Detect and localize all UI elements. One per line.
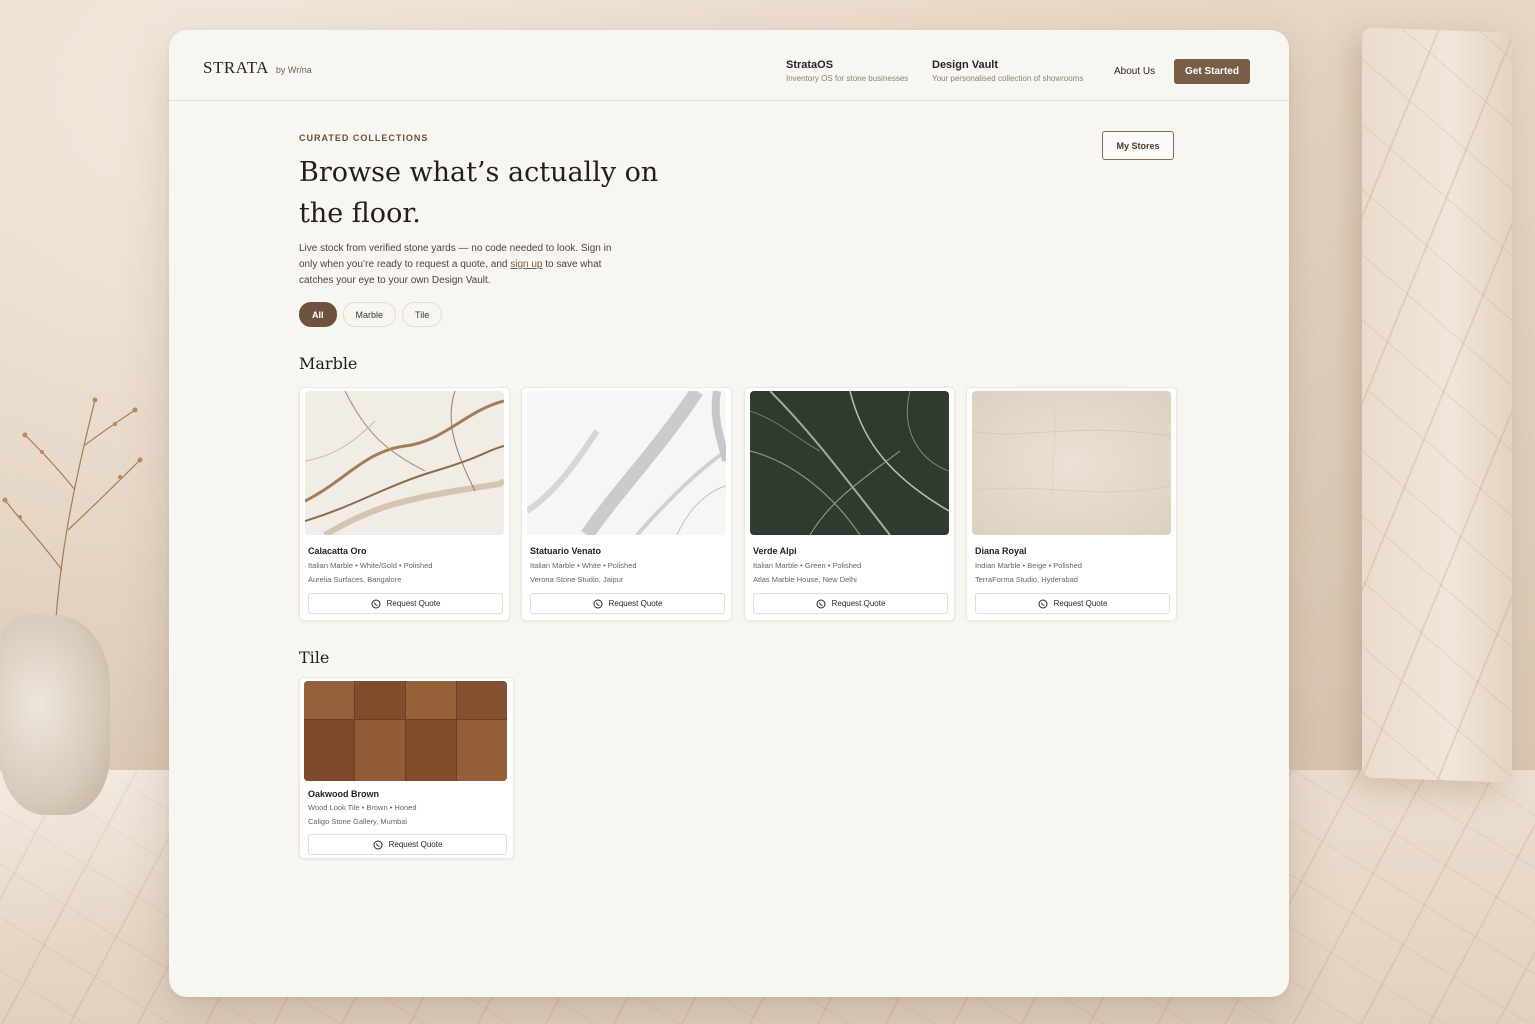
product-location: Atlas Marble House, New Delhi — [753, 575, 857, 584]
product-name: Statuario Venato — [530, 546, 602, 556]
product-name: Calacatta Oro — [308, 546, 367, 556]
logo-byline: by Wr/na — [275, 65, 312, 75]
nav-item-design-vault-subtitle: Your personalised collection of showroom… — [932, 74, 1084, 83]
nav-item-strataos[interactable]: StrataOS Inventory OS for stone business… — [786, 59, 908, 83]
product-location: TerraForma Studio, Hyderabad — [975, 575, 1078, 584]
product-image-calacatta-oro — [305, 391, 504, 535]
whatsapp-icon — [1038, 599, 1048, 608]
product-location: Aurelia Surfaces, Bangalore — [308, 575, 402, 584]
dried-branch-decor — [2, 397, 143, 630]
request-quote-label: Request Quote — [1053, 599, 1108, 608]
product-location: Verona Stone Studio, Jaipur — [530, 575, 624, 584]
my-stores-button[interactable]: My Stores — [1102, 131, 1174, 160]
whatsapp-icon — [371, 599, 381, 608]
nav-item-about-us[interactable]: About Us — [1114, 66, 1155, 77]
logo-wordmark: STRATA — [203, 58, 269, 77]
nav-item-strataos-subtitle: Inventory OS for stone businesses — [786, 74, 909, 83]
sign-up-link[interactable]: sign up — [510, 259, 542, 270]
filter-chip-all[interactable]: All — [299, 302, 337, 327]
product-meta: Indian Marble • Beige • Polished — [975, 561, 1082, 570]
whatsapp-icon — [816, 599, 826, 608]
marble-slab-decor — [1362, 27, 1512, 783]
whatsapp-icon — [373, 840, 383, 849]
request-quote-label: Request Quote — [386, 599, 441, 608]
product-card-verde-alpi[interactable]: Verde Alpi Italian Marble • Green • Poli… — [744, 387, 955, 621]
product-meta: Italian Marble • Green • Polished — [753, 561, 862, 570]
product-meta: Wood Look Tile • Brown • Honed — [308, 803, 417, 812]
page-title: Browse what’s actually on the floor. — [299, 157, 659, 229]
eyebrow-label: CURATED COLLECTIONS — [299, 133, 429, 143]
product-location: Caligo Stone Gallery, Mumbai — [308, 817, 408, 826]
nav-item-design-vault-title: Design Vault — [932, 59, 999, 71]
request-quote-button[interactable]: Request Quote — [975, 593, 1170, 614]
request-quote-label: Request Quote — [608, 599, 663, 608]
product-image-diana-royal — [972, 391, 1171, 535]
product-image-verde-alpi — [750, 391, 949, 535]
nav-item-strataos-title: StrataOS — [786, 59, 834, 71]
product-card-oakwood-brown[interactable]: Oakwood Brown Wood Look Tile • Brown • H… — [299, 677, 514, 859]
product-name: Verde Alpi — [753, 546, 797, 556]
nav-item-design-vault[interactable]: Design Vault Your personalised collectio… — [932, 59, 1083, 83]
request-quote-button[interactable]: Request Quote — [308, 834, 507, 855]
whatsapp-icon — [593, 599, 603, 608]
product-image-statuario-venato — [527, 391, 726, 535]
filter-chip-tile[interactable]: Tile — [402, 302, 443, 327]
browser-panel: STRATA by Wr/na StrataOS Inventory OS fo… — [169, 30, 1289, 997]
product-card-calacatta-oro[interactable]: Calacatta Oro Italian Marble • White/Gol… — [299, 387, 510, 621]
product-image-oakwood-brown — [304, 681, 507, 781]
get-started-button[interactable]: Get Started — [1174, 59, 1250, 84]
section-title-tile: Tile — [299, 648, 330, 667]
request-quote-button[interactable]: Request Quote — [530, 593, 725, 614]
top-navigation: STRATA by Wr/na StrataOS Inventory OS fo… — [169, 30, 1289, 101]
section-title-marble: Marble — [299, 354, 358, 373]
category-filter: All Marble Tile — [299, 302, 443, 327]
intro-paragraph: Live stock from verified stone yards — n… — [299, 241, 629, 289]
product-meta: Italian Marble • White • Polished — [530, 561, 637, 570]
product-card-statuario-venato[interactable]: Statuario Venato Italian Marble • White … — [521, 387, 732, 621]
logo[interactable]: STRATA by Wr/na — [203, 58, 312, 78]
product-name: Diana Royal — [975, 546, 1027, 556]
product-name: Oakwood Brown — [308, 789, 380, 799]
request-quote-label: Request Quote — [388, 840, 443, 849]
request-quote-button[interactable]: Request Quote — [308, 593, 503, 614]
product-card-diana-royal[interactable]: Diana Royal Indian Marble • Beige • Poli… — [966, 387, 1177, 621]
request-quote-label: Request Quote — [831, 599, 886, 608]
request-quote-button[interactable]: Request Quote — [753, 593, 948, 614]
filter-chip-marble[interactable]: Marble — [342, 302, 397, 327]
product-meta: Italian Marble • White/Gold • Polished — [308, 561, 433, 570]
vase-decor — [0, 615, 110, 815]
